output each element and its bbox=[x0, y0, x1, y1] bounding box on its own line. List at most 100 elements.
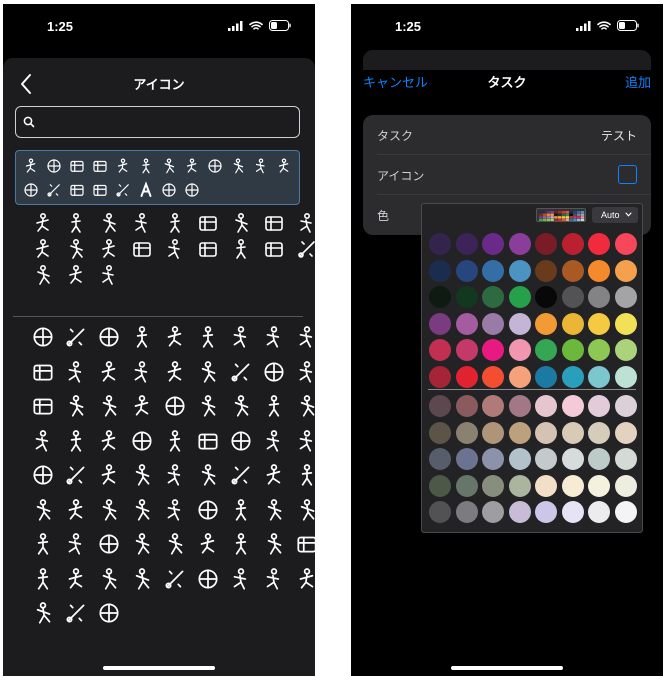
color-swatch[interactable] bbox=[614, 312, 637, 335]
icon-option-trophy[interactable] bbox=[158, 562, 191, 597]
color-swatch[interactable] bbox=[455, 448, 478, 470]
icon-option-sailboat[interactable] bbox=[92, 424, 125, 459]
color-swatch[interactable] bbox=[455, 474, 478, 497]
icon-option-rings-medal[interactable] bbox=[125, 424, 158, 459]
icon-option-juggling[interactable] bbox=[158, 320, 191, 355]
icon-option-bmx-cycle[interactable] bbox=[26, 493, 59, 528]
task-name-row[interactable]: タスク テスト bbox=[363, 115, 651, 155]
icon-option-soccer-player[interactable] bbox=[125, 389, 158, 424]
icon-option-cheerleader[interactable] bbox=[191, 355, 224, 390]
icon-option-checkered-flag[interactable] bbox=[26, 389, 59, 424]
icon-option-surfing[interactable] bbox=[158, 424, 191, 459]
icon-option-podium[interactable] bbox=[191, 424, 224, 459]
color-swatch[interactable] bbox=[482, 233, 504, 255]
icon-option-bib[interactable] bbox=[125, 210, 158, 236]
color-swatch[interactable] bbox=[455, 395, 478, 417]
icon-option-stirrup[interactable] bbox=[290, 320, 315, 355]
icon-option-safety-pin[interactable] bbox=[290, 236, 315, 262]
add-button[interactable]: 追加 bbox=[625, 72, 651, 91]
icon-option-letter-a[interactable] bbox=[134, 178, 157, 202]
icon-option-bag[interactable] bbox=[26, 355, 59, 390]
icon-option-bowling[interactable] bbox=[191, 320, 224, 355]
color-swatch[interactable] bbox=[535, 474, 557, 497]
task-value[interactable]: テスト bbox=[601, 127, 637, 144]
color-swatch[interactable] bbox=[455, 312, 478, 335]
color-swatch[interactable] bbox=[588, 312, 610, 335]
icon-option-baby[interactable] bbox=[92, 210, 125, 236]
color-swatch[interactable] bbox=[429, 395, 451, 417]
color-swatch[interactable] bbox=[588, 501, 610, 523]
color-swatch[interactable] bbox=[429, 339, 451, 361]
icon-option-skateboard[interactable] bbox=[224, 527, 257, 562]
color-swatch[interactable] bbox=[482, 312, 504, 335]
icon-option-facebook-square[interactable] bbox=[65, 178, 88, 202]
icon-option-hiker[interactable] bbox=[257, 562, 290, 597]
color-swatch[interactable] bbox=[561, 421, 584, 444]
color-swatch[interactable] bbox=[561, 259, 584, 282]
icon-option-scale-balance[interactable] bbox=[180, 154, 203, 178]
icon-option-atom[interactable] bbox=[203, 154, 226, 178]
color-swatch[interactable] bbox=[508, 501, 531, 523]
icon-option-stretch[interactable] bbox=[257, 458, 290, 493]
color-swatch[interactable] bbox=[535, 339, 557, 361]
color-swatch[interactable] bbox=[588, 365, 610, 388]
icon-option-ball-pair[interactable] bbox=[257, 355, 290, 390]
color-swatch[interactable] bbox=[482, 448, 504, 470]
icon-option-cricket[interactable] bbox=[158, 355, 191, 390]
icon-option-basketball-dunk[interactable] bbox=[125, 527, 158, 562]
color-swatch[interactable] bbox=[429, 286, 451, 308]
icon-option-cyclist[interactable] bbox=[290, 424, 315, 459]
icon-row[interactable]: アイコン bbox=[363, 155, 651, 195]
icon-option-gymnastics-bar[interactable] bbox=[224, 458, 257, 493]
color-swatch[interactable] bbox=[535, 259, 557, 282]
icon-option-hockey[interactable] bbox=[26, 424, 59, 459]
icon-option-boxing-glove[interactable] bbox=[224, 320, 257, 355]
icon-option-family-group[interactable] bbox=[224, 210, 257, 236]
icon-option-basketball[interactable] bbox=[42, 154, 65, 178]
color-swatch[interactable] bbox=[561, 474, 584, 497]
color-swatch[interactable] bbox=[482, 474, 504, 497]
icon-option-walker[interactable] bbox=[125, 562, 158, 597]
icon-option-smiley[interactable] bbox=[157, 178, 180, 202]
icon-option-meditation-2[interactable] bbox=[257, 424, 290, 459]
icon-option-hang-glider[interactable] bbox=[59, 424, 92, 459]
color-swatch[interactable] bbox=[508, 233, 531, 255]
icon-option-stairs-runner[interactable] bbox=[224, 562, 257, 597]
icon-option-climber[interactable] bbox=[224, 389, 257, 424]
color-swatch[interactable] bbox=[588, 474, 610, 497]
icon-option-skier-slope[interactable] bbox=[26, 527, 59, 562]
icon-option-hurdler[interactable] bbox=[290, 493, 315, 528]
icon-option-pram[interactable] bbox=[26, 262, 59, 288]
icon-option-ballet[interactable] bbox=[92, 596, 125, 631]
icon-option-ice-skating[interactable] bbox=[59, 493, 92, 528]
color-swatch[interactable] bbox=[455, 286, 478, 308]
icon-option-baby-food-jar[interactable] bbox=[191, 236, 224, 262]
icon-option-rattle[interactable] bbox=[224, 236, 257, 262]
icon-option-head-profile[interactable] bbox=[290, 458, 315, 493]
color-swatch[interactable] bbox=[508, 395, 531, 417]
icon-option-jersey[interactable] bbox=[290, 527, 315, 562]
icon-option-cross-country-ski[interactable] bbox=[191, 527, 224, 562]
icon-option-footprints[interactable] bbox=[59, 210, 92, 236]
icon-option-skiing-fall[interactable] bbox=[158, 458, 191, 493]
color-swatch[interactable] bbox=[482, 365, 504, 388]
icon-option-butterfly[interactable] bbox=[249, 154, 272, 178]
icon-option-lizard[interactable] bbox=[226, 154, 249, 178]
icon-option-beach-cabana[interactable] bbox=[157, 154, 180, 178]
icon-option-crying-baby[interactable] bbox=[290, 210, 315, 236]
color-swatch[interactable] bbox=[508, 421, 531, 444]
icon-option-world-cup-trophy[interactable] bbox=[59, 596, 92, 631]
icon-option-olympic-rings[interactable] bbox=[26, 458, 59, 493]
icon-option-windsurf[interactable] bbox=[125, 458, 158, 493]
icon-option-rowing[interactable] bbox=[125, 320, 158, 355]
icon-option-inline-skate[interactable] bbox=[92, 493, 125, 528]
color-swatch[interactable] bbox=[429, 259, 451, 282]
icon-option-torch[interactable] bbox=[59, 458, 92, 493]
color-swatch[interactable] bbox=[482, 501, 504, 523]
color-swatch[interactable] bbox=[455, 421, 478, 444]
icon-option-toy-block[interactable] bbox=[191, 210, 224, 236]
color-swatch[interactable] bbox=[482, 339, 504, 361]
color-swatch[interactable] bbox=[588, 448, 610, 470]
color-swatch[interactable] bbox=[535, 233, 557, 255]
color-swatch[interactable] bbox=[588, 286, 610, 308]
